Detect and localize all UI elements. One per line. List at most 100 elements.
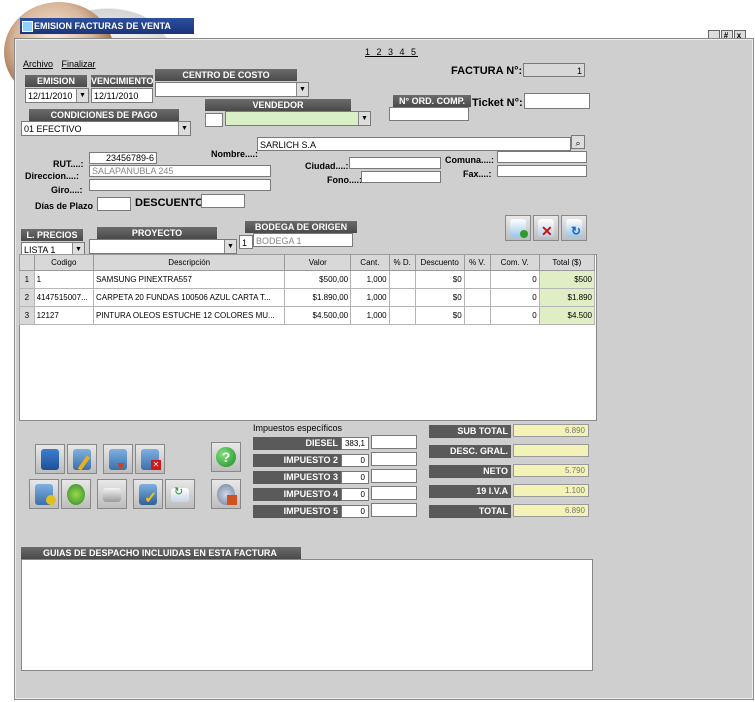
cell-pv[interactable] xyxy=(463,306,491,325)
orden-compra-label: N° ORD. COMP. xyxy=(393,95,471,107)
col-pdesc[interactable]: % D. xyxy=(388,254,416,271)
cell-descuento[interactable]: $0 xyxy=(414,288,465,307)
menu-archivo[interactable]: Archivo xyxy=(23,59,53,69)
fax-label: Fax....: xyxy=(463,169,492,179)
direccion-input[interactable]: SALAPANUBLA 245 xyxy=(89,165,271,177)
col-total[interactable]: Total ($) xyxy=(538,254,596,271)
cell-descripcion[interactable]: SAMSUNG PINEXTRA557 xyxy=(92,270,286,289)
down-icon[interactable]: ▼ xyxy=(103,444,133,474)
print-icon[interactable] xyxy=(97,479,127,509)
total-label: TOTAL xyxy=(429,505,511,518)
impuesto-extra-field[interactable] xyxy=(371,469,417,483)
rut-input[interactable]: 23456789-6 xyxy=(89,152,157,164)
impuesto-value[interactable]: 0 xyxy=(341,505,369,518)
guias-despacho-list[interactable] xyxy=(21,559,593,671)
cell-valor[interactable]: $4.500,00 xyxy=(284,306,352,325)
impuesto-value[interactable]: 0 xyxy=(341,471,369,484)
giro-input[interactable] xyxy=(89,179,271,191)
mail-icon[interactable]: ↻ xyxy=(165,479,195,509)
edit-icon[interactable] xyxy=(67,444,97,474)
col-valor[interactable]: Valor xyxy=(284,254,352,271)
proyecto-select[interactable]: ▼ xyxy=(89,239,237,254)
comuna-input[interactable] xyxy=(497,151,587,163)
nombre-label: Nombre....: xyxy=(211,149,259,159)
total-label: SUB TOTAL xyxy=(429,425,511,438)
cell-descripcion[interactable]: CARPETA 20 FUNDAS 100506 AZUL CARTA T... xyxy=(92,288,286,307)
col-pv[interactable]: % V. xyxy=(463,254,491,271)
impuesto-label: DIESEL xyxy=(253,437,341,450)
window-title-bar[interactable]: EMISION FACTURAS DE VENTA xyxy=(20,18,194,34)
col-comv[interactable]: Com. V. xyxy=(489,254,540,271)
vendedor-code-input[interactable] xyxy=(205,113,223,127)
cell-codigo[interactable]: 4147515007... xyxy=(33,288,94,307)
col-descripcion[interactable]: Descripción xyxy=(92,254,286,271)
col-codigo[interactable]: Codigo xyxy=(33,254,94,271)
db-export-icon[interactable] xyxy=(29,479,59,509)
cell-pdesc[interactable] xyxy=(388,270,416,289)
emision-date-select[interactable]: 12/11/2010 ▼ xyxy=(25,88,89,103)
cell-cant[interactable]: 1,000 xyxy=(350,306,390,325)
table-row[interactable]: 1 1 SAMSUNG PINEXTRA557 $500,00 1,000 $0… xyxy=(19,270,596,289)
check-icon[interactable]: ✓ xyxy=(133,479,163,509)
dias-plazo-input[interactable] xyxy=(97,197,131,211)
emision-label: EMISION xyxy=(25,75,87,87)
bodega-input[interactable]: BODEGA 1 xyxy=(253,233,353,247)
recycle-icon[interactable] xyxy=(61,479,91,509)
refresh-icon[interactable]: ↻ xyxy=(561,215,587,241)
cell-pv[interactable] xyxy=(463,288,491,307)
page-selector[interactable]: 1 2 3 4 5 xyxy=(365,47,418,57)
direccion-label: Direccion....: xyxy=(25,171,80,181)
fax-input[interactable] xyxy=(497,165,587,177)
cell-descripcion[interactable]: PINTURA OLEOS ESTUCHE 12 COLORES MU... xyxy=(92,306,286,325)
impuesto-value[interactable]: 0 xyxy=(341,454,369,467)
vencimiento-date-select[interactable]: 12/11/2010 xyxy=(91,88,153,103)
cell-codigo[interactable]: 12127 xyxy=(33,306,94,325)
menu-finalizar[interactable]: Finalizar xyxy=(62,59,96,69)
cell-pdesc[interactable] xyxy=(388,306,416,325)
impuesto-value[interactable]: 383,1 xyxy=(341,437,369,450)
remove-row-icon[interactable]: ✕ xyxy=(533,215,559,241)
impuesto-extra-field[interactable] xyxy=(371,452,417,466)
impuesto-value[interactable]: 0 xyxy=(341,488,369,501)
cell-descuento[interactable]: $0 xyxy=(414,270,465,289)
condiciones-pago-select[interactable]: 01 EFECTIVO ▼ xyxy=(21,121,191,136)
impuesto-extra-field[interactable] xyxy=(371,435,417,449)
table-row[interactable]: 3 12127 PINTURA OLEOS ESTUCHE 12 COLORES… xyxy=(19,306,596,325)
ticket-input[interactable] xyxy=(524,93,590,109)
col-cant[interactable]: Cant. xyxy=(350,254,390,271)
total-value: 6.890 xyxy=(513,504,589,517)
factura-number-field: 1 xyxy=(523,63,585,77)
help-icon[interactable]: ? xyxy=(211,442,241,472)
search-icon[interactable]: ⌕ xyxy=(571,135,585,149)
vencimiento-label: VENCIMIENTO xyxy=(91,75,154,87)
cell-cant[interactable]: 1,000 xyxy=(350,270,390,289)
cell-valor[interactable]: $1.890,00 xyxy=(284,288,352,307)
nombre-input[interactable]: SARLICH S.A xyxy=(257,137,571,151)
cell-descuento[interactable]: $0 xyxy=(414,306,465,325)
col-descuento[interactable]: Descuento xyxy=(414,254,465,271)
settings-icon[interactable] xyxy=(211,479,241,509)
delete-icon[interactable]: ✕ xyxy=(135,444,165,474)
impuesto-extra-field[interactable] xyxy=(371,486,417,500)
bodega-number-input[interactable]: 1 xyxy=(239,235,253,249)
descuento-input[interactable] xyxy=(201,194,245,208)
rut-label: RUT....: xyxy=(53,159,84,169)
cell-codigo[interactable]: 1 xyxy=(33,270,94,289)
cell-pv[interactable] xyxy=(463,270,491,289)
centro-costo-select[interactable]: ▼ xyxy=(155,82,309,97)
table-row[interactable]: 2 4147515007... CARPETA 20 FUNDAS 100506… xyxy=(19,288,596,307)
cell-comv[interactable]: 0 xyxy=(489,270,540,289)
add-row-icon[interactable] xyxy=(505,215,531,241)
impuesto-extra-field[interactable] xyxy=(371,503,417,517)
ciudad-input[interactable] xyxy=(349,157,441,169)
cell-comv[interactable]: 0 xyxy=(489,306,540,325)
cell-valor[interactable]: $500,00 xyxy=(284,270,352,289)
vendedor-select[interactable]: ▼ xyxy=(225,111,371,126)
orden-compra-input[interactable] xyxy=(389,107,469,121)
cell-pdesc[interactable] xyxy=(388,288,416,307)
cell-comv[interactable]: 0 xyxy=(489,288,540,307)
proyecto-label: PROYECTO xyxy=(97,227,217,239)
cell-cant[interactable]: 1,000 xyxy=(350,288,390,307)
fono-input[interactable] xyxy=(361,171,441,183)
save-icon[interactable] xyxy=(35,444,65,474)
